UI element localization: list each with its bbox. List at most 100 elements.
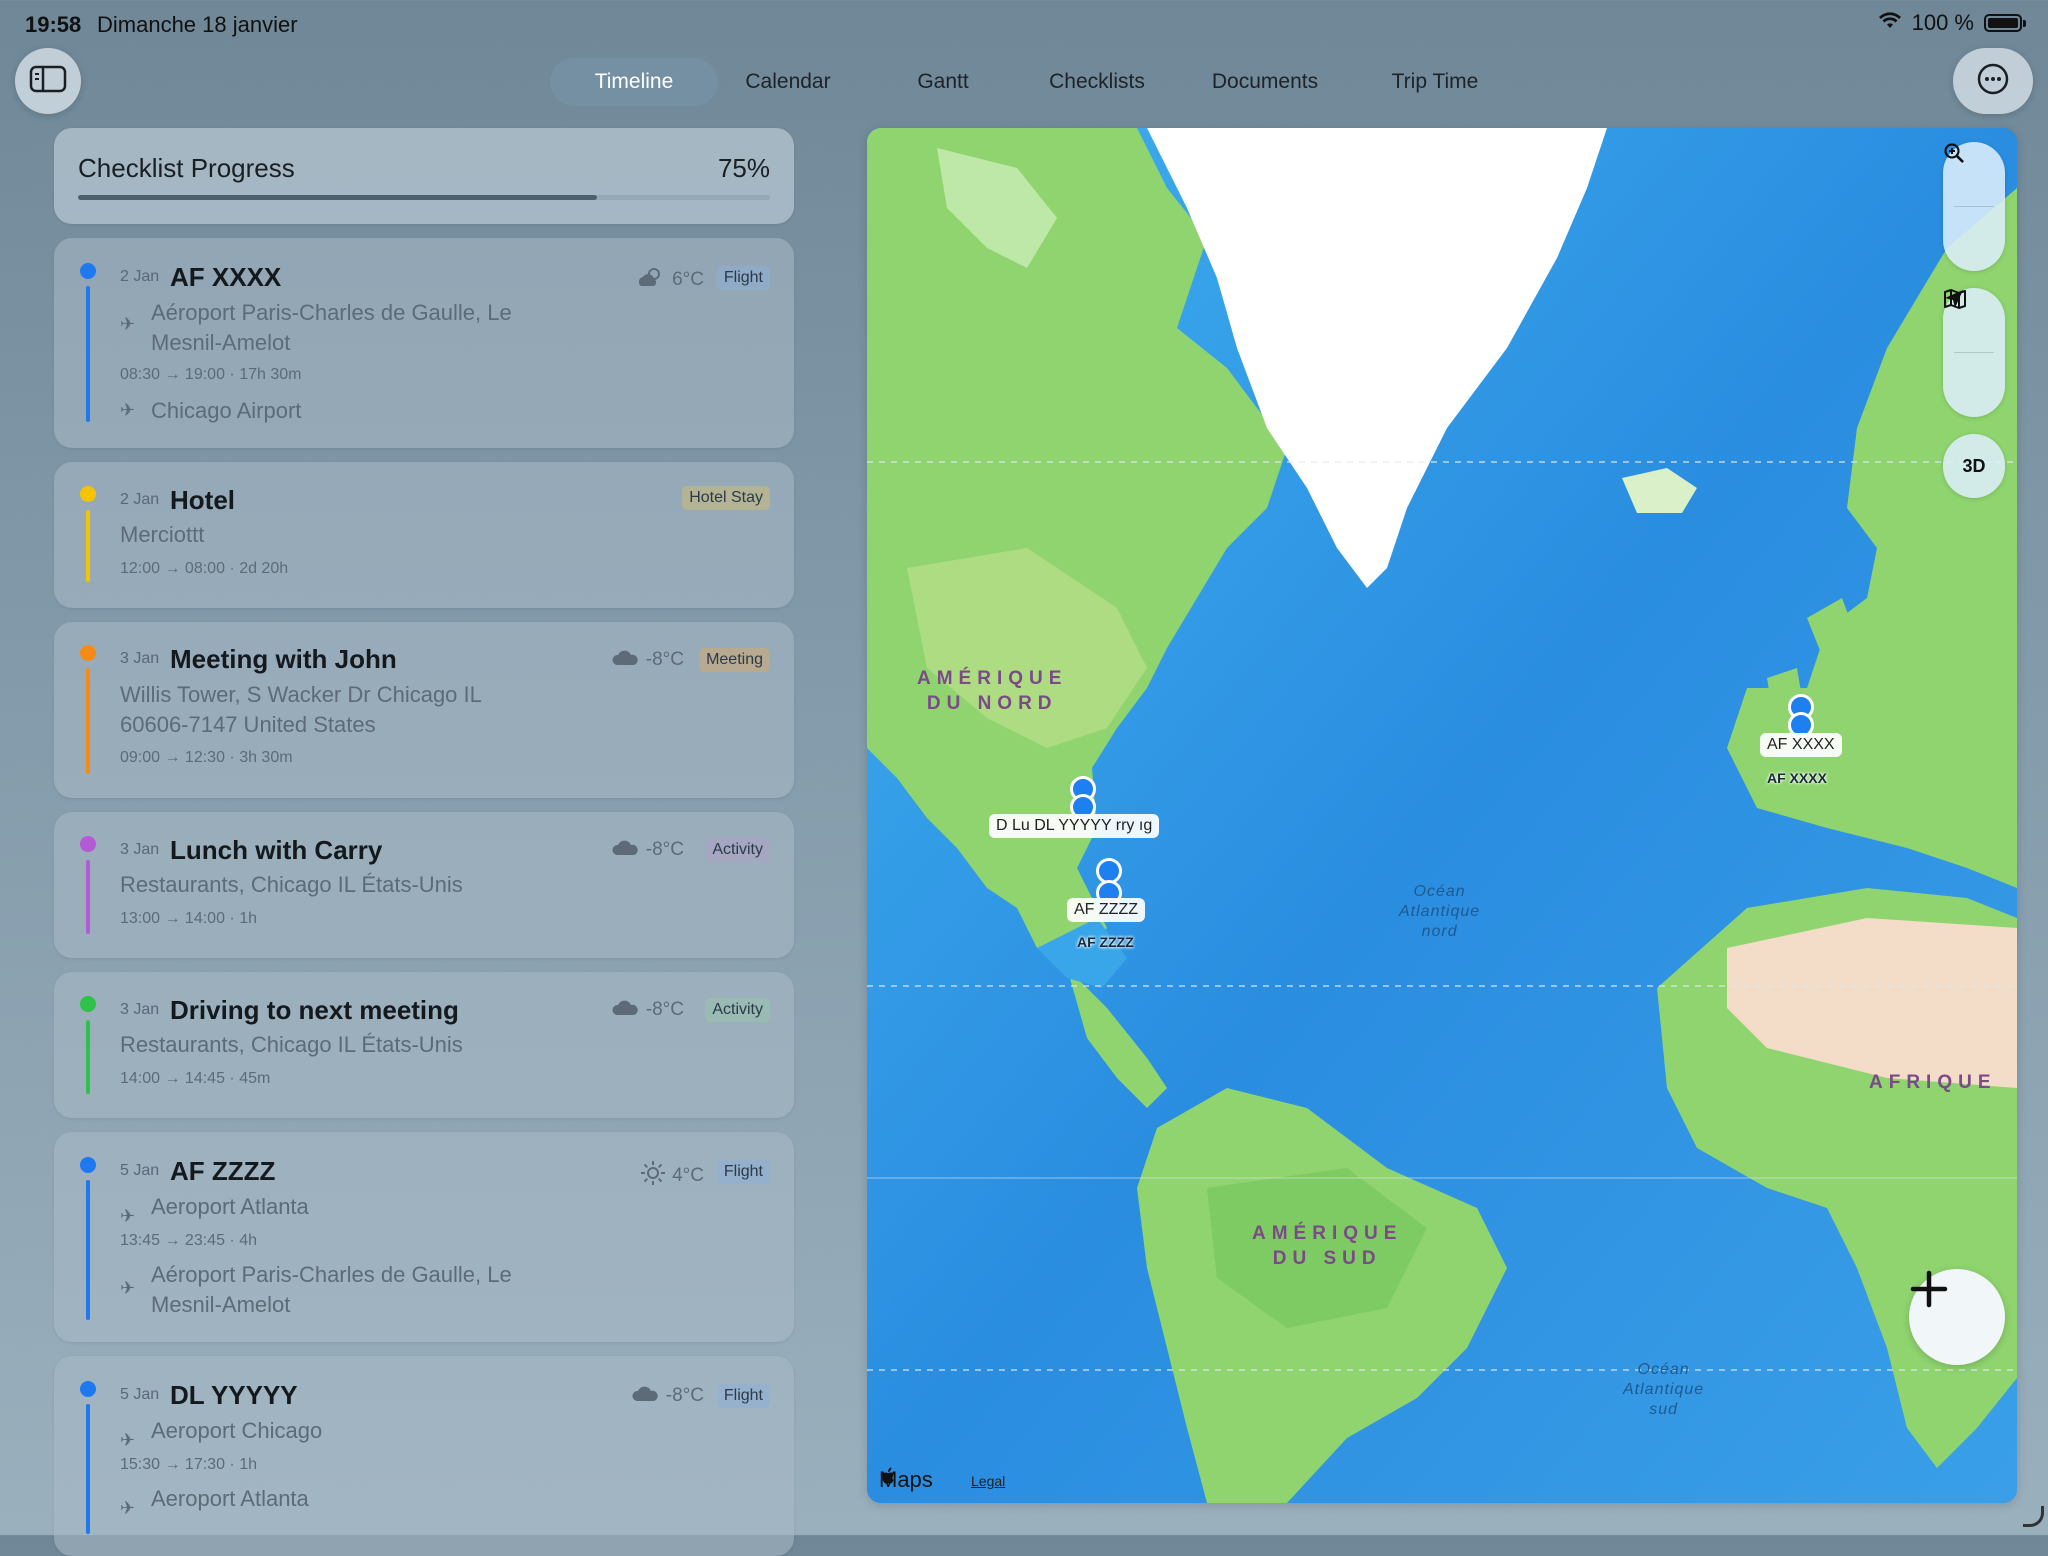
- event-title: Meeting with John: [170, 644, 397, 674]
- event-weather: -8°C: [612, 998, 684, 1022]
- sidebar-icon: [28, 64, 68, 99]
- status-date: Dimanche 18 janvier: [97, 12, 298, 37]
- event-color-dot: [80, 263, 96, 279]
- event-departure: Aeroport Chicago: [151, 1418, 323, 1443]
- timeline-event-driving-to-next-meeting[interactable]: 3 Jan Driving to next meeting -8°C Activ…: [54, 972, 794, 1118]
- tab-bar: Timeline Calendar Gantt Checklists Docum…: [550, 58, 1506, 106]
- landing-icon: ✈: [120, 1278, 136, 1298]
- event-place: Restaurants, Chicago IL États-Unis: [120, 872, 463, 897]
- more-button[interactable]: [1953, 48, 2033, 114]
- event-timeline-line: [86, 510, 90, 582]
- maps-attribution: Maps: [879, 1467, 933, 1493]
- event-place: Merciottt: [120, 522, 205, 547]
- zoom-out-button[interactable]: [1943, 143, 2005, 271]
- 3d-toggle-button[interactable]: 3D: [1943, 434, 2005, 498]
- add-event-button[interactable]: [1909, 1269, 2005, 1365]
- map-mode-controls: [1943, 288, 2005, 417]
- event-departure: Aeroport Atlanta: [151, 1194, 309, 1219]
- map-pin-label-chicago: D Lu DL YYYYY rry ıg: [989, 814, 1160, 838]
- event-title: Hotel: [170, 485, 235, 515]
- event-title: Lunch with Carry: [170, 835, 383, 865]
- event-date: 3 Jan: [120, 1001, 160, 1018]
- takeoff-icon: ✈: [120, 1206, 136, 1226]
- map-pin-label-atlanta: AF ZZZZ: [1067, 898, 1145, 922]
- status-right: 100 %: [1878, 10, 2026, 36]
- event-weather: -8°C: [612, 838, 684, 862]
- sidebar-toggle-button[interactable]: [15, 48, 81, 114]
- event-date: 3 Jan: [120, 841, 160, 858]
- timeline-event-meeting-with-john[interactable]: 3 Jan Meeting with John -8°C Meeting Wil…: [54, 622, 794, 798]
- tab-gantt[interactable]: Gantt: [858, 58, 1028, 106]
- event-temperature: 4°C: [672, 1165, 704, 1186]
- timeline-event-af-xxxx[interactable]: 2 Jan AF XXXX 6°C Flight ✈ Aéroport Pari…: [54, 238, 794, 448]
- event-color-dot: [80, 1157, 96, 1173]
- event-times: 15:30 → 17:30 · 1h: [120, 1456, 257, 1473]
- timeline-event-lunch-with-carry[interactable]: 3 Jan Lunch with Carry -8°C Activity Res…: [54, 812, 794, 958]
- takeoff-icon: ✈: [120, 314, 136, 334]
- tab-checklists[interactable]: Checklists: [1028, 58, 1166, 106]
- tab-trip-time[interactable]: Trip Time: [1364, 58, 1506, 106]
- timeline-event-hotel[interactable]: 2 Jan Hotel Hotel Stay Merciottt 12:00 →…: [54, 462, 794, 608]
- cloud-icon: [612, 838, 640, 862]
- event-arrival: Chicago Airport: [151, 398, 302, 423]
- ellipsis-circle-icon: [1976, 62, 2010, 101]
- event-place-line2: 60606-7147 United States: [120, 712, 376, 737]
- checklist-progress-card[interactable]: Checklist Progress 75%: [54, 128, 794, 224]
- tab-documents[interactable]: Documents: [1166, 58, 1364, 106]
- event-weather: 6°C: [636, 266, 704, 294]
- cloud-icon: [612, 648, 640, 672]
- status-time: 19:58: [25, 12, 82, 37]
- battery-icon: [1984, 14, 2026, 32]
- timeline-event-af-zzzz[interactable]: 5 Jan AF ZZZZ 4°C Flight ✈ Aeroport Atla…: [54, 1132, 794, 1342]
- event-date: 5 Jan: [120, 1162, 160, 1179]
- trip-map[interactable]: AMÉRIQUE DU NORD AMÉRIQUE DU SUD AFRIQUE…: [867, 128, 2017, 1503]
- map-label-south-atlantic: Océan Atlantique sud: [1623, 1361, 1705, 1418]
- event-color-dot: [80, 996, 96, 1012]
- event-type-badge: Activity: [705, 838, 770, 862]
- event-times: 13:45 → 23:45 · 4h: [120, 1232, 257, 1249]
- event-date: 2 Jan: [120, 491, 160, 508]
- map-pin-sublabel-paris: AF XXXX: [1767, 770, 1827, 786]
- event-type-badge: Flight: [716, 1384, 770, 1408]
- checklist-progress-fill: [78, 195, 597, 200]
- event-arrival-line1: Aéroport Paris-Charles de Gaulle, Le: [151, 1262, 512, 1287]
- event-weather: 4°C: [640, 1160, 704, 1192]
- timeline-event-dl-yyyyy[interactable]: 5 Jan DL YYYYY -8°C Flight ✈ Aeroport Ch…: [54, 1356, 794, 1556]
- legal-link[interactable]: Legal: [971, 1473, 1005, 1489]
- event-date: 5 Jan: [120, 1386, 160, 1403]
- tab-calendar[interactable]: Calendar: [718, 58, 858, 106]
- event-weather: -8°C: [632, 1384, 704, 1408]
- resize-grip-icon[interactable]: [2023, 1506, 2044, 1527]
- checklist-progress-percent: 75%: [717, 153, 770, 183]
- event-type-badge: Flight: [716, 266, 770, 290]
- event-times: 12:00 → 08:00 · 2d 20h: [120, 560, 289, 577]
- event-type-badge: Hotel Stay: [682, 486, 770, 510]
- event-title: AF XXXX: [170, 262, 282, 292]
- battery-percent: 100 %: [1911, 10, 1974, 35]
- event-weather: -8°C: [612, 648, 684, 672]
- checklist-progress-bar: [78, 195, 770, 200]
- tab-timeline[interactable]: Timeline: [550, 58, 718, 106]
- map-label-north-america: AMÉRIQUE DU NORD: [917, 668, 1068, 714]
- event-type-badge: Activity: [705, 998, 770, 1022]
- event-timeline-line: [86, 860, 90, 934]
- landing-icon: ✈: [120, 400, 136, 420]
- event-timeline-line: [86, 1404, 90, 1534]
- cloud-sun-icon: [636, 266, 666, 294]
- event-temperature: -8°C: [645, 999, 684, 1020]
- wifi-icon: [1878, 10, 1902, 36]
- map-label-south-america: AMÉRIQUE DU SUD: [1252, 1223, 1403, 1269]
- event-temperature: -8°C: [665, 1385, 704, 1406]
- event-times: 13:00 → 14:00 · 1h: [120, 910, 257, 927]
- event-color-dot: [80, 1381, 96, 1397]
- event-arrival-line2: Mesnil-Amelot: [151, 1292, 291, 1317]
- map-pin-sublabel-atlanta: AF ZZZZ: [1077, 934, 1134, 950]
- sun-icon: [640, 1160, 666, 1192]
- event-times: 14:00 → 14:45 · 45m: [120, 1070, 271, 1087]
- event-temperature: -8°C: [645, 839, 684, 860]
- map-pin-label-paris: AF XXXX: [1760, 733, 1842, 757]
- event-departure-line1: Aéroport Paris-Charles de Gaulle, Le: [151, 300, 512, 325]
- event-title: Driving to next meeting: [170, 995, 459, 1025]
- locate-me-button[interactable]: [1943, 290, 2005, 417]
- zoom-controls: [1943, 142, 2005, 271]
